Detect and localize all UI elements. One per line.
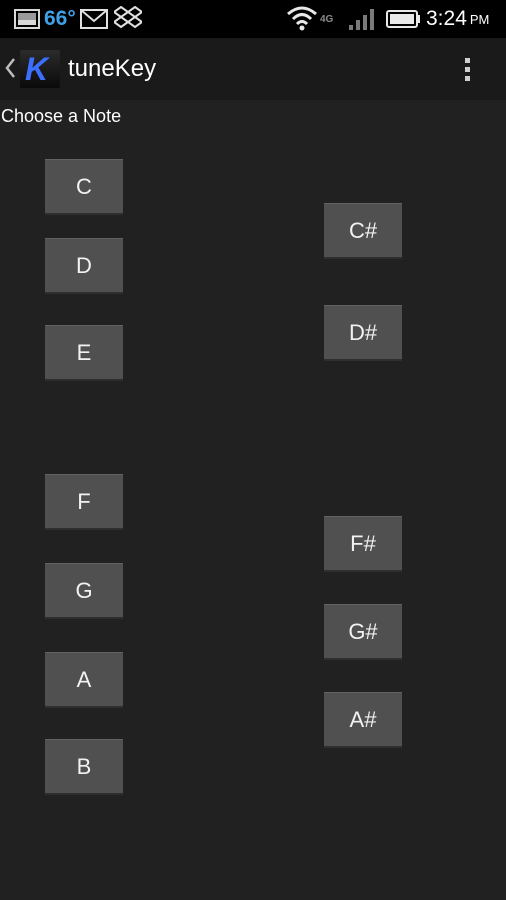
network-type: 4G	[320, 13, 334, 25]
gmail-icon	[80, 0, 108, 38]
battery-icon	[386, 0, 422, 38]
note-button-c-sharp[interactable]: C#	[324, 203, 402, 259]
note-button-f-sharp[interactable]: F#	[324, 516, 402, 572]
note-button-b[interactable]: B	[45, 739, 123, 795]
app-title: tuneKey	[68, 55, 157, 82]
weather-temperature: 66°	[44, 7, 76, 30]
clock-time: 3:24	[426, 7, 467, 30]
page-prompt: Choose a Note	[1, 106, 122, 126]
note-button-d[interactable]: D	[45, 238, 123, 294]
note-button-f[interactable]: F	[45, 474, 123, 530]
signal-icon	[348, 0, 378, 38]
note-button-g[interactable]: G	[45, 563, 123, 619]
note-button-c[interactable]: C	[45, 159, 123, 215]
wifi-icon	[286, 0, 318, 38]
clock-ampm: PM	[469, 11, 490, 27]
note-button-a[interactable]: A	[45, 652, 123, 708]
note-button-a-sharp[interactable]: A#	[324, 692, 402, 748]
note-button-e[interactable]: E	[45, 325, 123, 381]
image-icon	[14, 0, 40, 38]
clock: 3:24 PM	[426, 0, 489, 38]
action-bar: K tuneKey	[0, 38, 506, 100]
dropbox-icon	[114, 0, 142, 38]
note-button-g-sharp[interactable]: G#	[324, 604, 402, 660]
back-chevron-icon[interactable]	[4, 57, 16, 84]
app-icon[interactable]: K	[20, 50, 60, 88]
status-bar: 66° 4G 3:24 PM	[0, 0, 506, 38]
app-icon-letter: K	[25, 51, 49, 87]
note-button-d-sharp[interactable]: D#	[324, 305, 402, 361]
overflow-menu-icon[interactable]	[454, 50, 480, 88]
